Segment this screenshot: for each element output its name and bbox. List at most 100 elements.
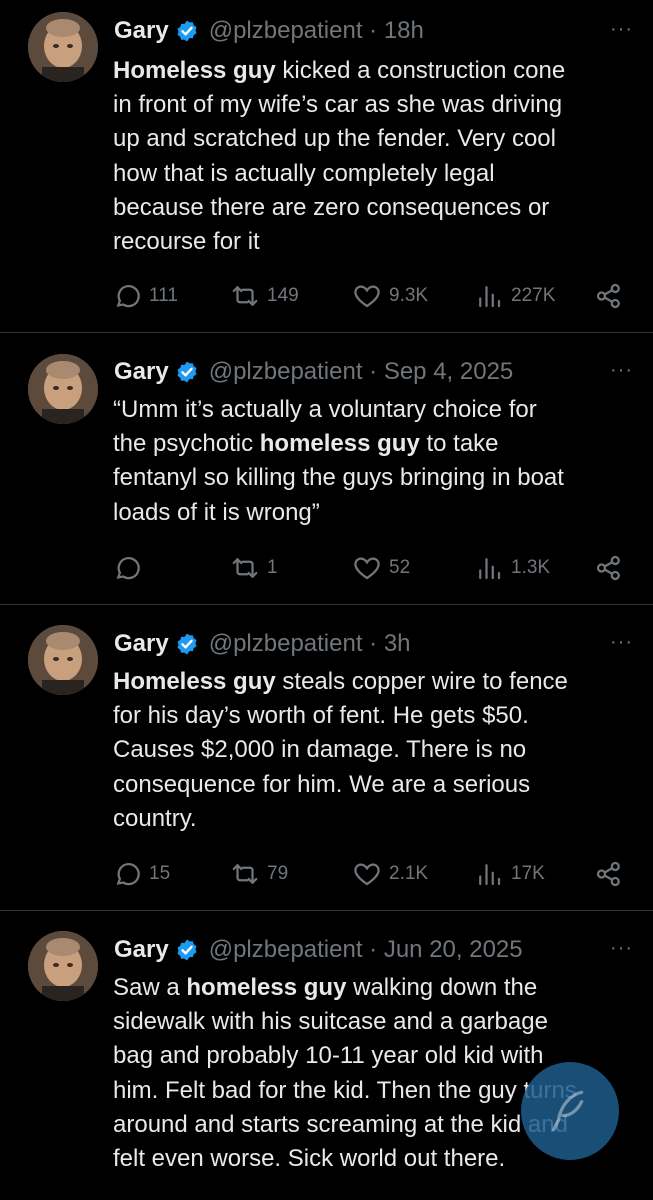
handle-time[interactable]: @plzbepatient · 18h <box>209 14 424 48</box>
tweet-divider <box>0 910 653 911</box>
retweet-button[interactable]: 1 <box>230 548 278 588</box>
line-text: consequence for him. We are a serious <box>113 770 531 798</box>
line-text: how that is actually completely legal <box>113 159 495 187</box>
retweet-count: 79 <box>267 863 289 884</box>
views-icon <box>479 558 501 580</box>
line-text: around and starts screaming at the kid a… <box>113 1110 568 1138</box>
retweet-button[interactable]: 149 <box>230 276 299 316</box>
verified-badge-icon <box>177 20 197 42</box>
more-options-icon[interactable]: ··· <box>610 627 633 657</box>
verified-badge-icon <box>177 939 197 961</box>
reply-icon <box>116 556 140 580</box>
share-button[interactable] <box>594 548 624 588</box>
handle-time[interactable]: @plzbepatient · 3h <box>209 627 411 661</box>
tweet-line: country. <box>113 802 633 836</box>
retweet-button[interactable]: 79 <box>230 854 288 894</box>
line-text: country. <box>113 804 197 832</box>
line-text: kicked a construction cone <box>275 57 566 84</box>
views-button[interactable]: 17K <box>474 854 545 894</box>
share-icon <box>596 283 620 309</box>
more-options-icon[interactable]: ··· <box>610 14 633 44</box>
avatar[interactable] <box>28 625 98 695</box>
like-button[interactable]: 52 <box>352 548 410 588</box>
line-text: up and scratched up the fender. Very coo… <box>113 125 556 153</box>
share-button[interactable] <box>594 854 624 894</box>
avatar[interactable] <box>28 354 98 424</box>
tweet-text: “Umm it’s actually a voluntary choice fo… <box>113 393 633 530</box>
heart-icon <box>354 863 380 886</box>
line-text: in front of my wife’s car as she was dri… <box>113 91 563 119</box>
like-count: 52 <box>389 557 411 578</box>
line-text: bag and probably 10-11 year old kid with <box>113 1042 544 1070</box>
line-text: recourse for it <box>113 228 260 256</box>
line-text: to take <box>419 430 499 458</box>
more-options-icon[interactable]: ··· <box>610 355 633 385</box>
tweet-line: sidewalk with his suitcase and a garbage <box>113 1005 633 1039</box>
author-name[interactable]: Gary <box>114 14 169 48</box>
author-name[interactable]: Gary <box>114 627 169 661</box>
tweet-text: Homeless guy kicked a construction cone i… <box>113 54 633 259</box>
retweet-count: 149 <box>267 285 299 306</box>
heart-icon <box>354 557 380 580</box>
line-text: Causes $2,000 in damage. There is no <box>113 736 527 764</box>
tweet-line: Causes $2,000 in damage. There is no <box>113 733 633 767</box>
views-count: 1.3K <box>511 557 551 578</box>
line-text: loads of it is wrong” <box>113 498 320 526</box>
views-icon <box>479 864 501 886</box>
tweet-line: Saw a homeless guy walking down the <box>113 971 633 1005</box>
author-name[interactable]: Gary <box>114 933 169 967</box>
action-bar: 111 149 9.3K 227K <box>112 276 632 316</box>
action-bar: 15 79 2.1K 17K <box>112 854 632 894</box>
line-text: fentanyl so killing the guys bringing in… <box>113 464 564 492</box>
views-button[interactable]: 227K <box>474 276 555 316</box>
highlight-text: homeless guy <box>259 430 420 458</box>
line-text: felt even worse. Sick world out there. <box>113 1145 506 1173</box>
tweet-header: Gary @plzbepatient · Jun 20, 2025 ··· <box>114 933 633 967</box>
tweet-header: Gary @plzbepatient · 3h ··· <box>114 627 633 661</box>
avatar[interactable] <box>28 931 98 1001</box>
retweet-count: 1 <box>267 557 278 578</box>
avatar[interactable] <box>28 12 98 82</box>
highlight-text: Homeless guy <box>113 57 276 84</box>
like-count: 9.3K <box>389 285 429 306</box>
author-name[interactable]: Gary <box>114 355 169 389</box>
action-bar: 1 52 1.3K <box>112 548 632 588</box>
share-icon <box>596 555 620 581</box>
line-text: Saw a <box>113 974 187 1001</box>
retweet-icon <box>232 864 258 884</box>
share-icon <box>596 861 620 887</box>
reply-button[interactable] <box>112 548 142 588</box>
views-count: 17K <box>511 863 545 884</box>
reply-button[interactable]: 15 <box>112 854 170 894</box>
line-text: walking down the <box>346 974 538 1001</box>
tweet-header: Gary @plzbepatient · Sep 4, 2025 ··· <box>114 355 633 389</box>
retweet-icon <box>232 286 258 306</box>
views-icon <box>479 286 501 308</box>
tweet-line: Homeless guy kicked a construction cone <box>113 54 633 88</box>
reply-icon <box>116 862 140 886</box>
tweet-divider <box>0 332 653 333</box>
handle-time[interactable]: @plzbepatient · Jun 20, 2025 <box>209 933 523 967</box>
reply-button[interactable]: 111 <box>112 276 178 316</box>
tweet-text: Homeless guy steals copper wire to fence… <box>113 665 633 836</box>
line-text: for his day’s worth of fent. He gets $50… <box>113 702 529 730</box>
share-button[interactable] <box>594 276 624 316</box>
like-button[interactable]: 2.1K <box>352 854 428 894</box>
tweet-line: because there are zero consequences or <box>113 191 633 225</box>
more-options-icon[interactable]: ··· <box>610 933 633 963</box>
reply-count: 111 <box>149 285 178 306</box>
handle-time[interactable]: @plzbepatient · Sep 4, 2025 <box>209 355 514 389</box>
views-button[interactable]: 1.3K <box>474 548 550 588</box>
retweet-icon <box>232 558 258 578</box>
tweet-line: loads of it is wrong” <box>113 496 633 530</box>
line-text: the psychotic <box>113 430 260 458</box>
highlight-text: homeless guy <box>186 974 347 1001</box>
tweet-line: for his day’s worth of fent. He gets $50… <box>113 699 633 733</box>
quill-watermark-icon <box>521 1062 619 1160</box>
tweet-line: “Umm it’s actually a voluntary choice fo… <box>113 393 633 427</box>
reply-count: 15 <box>149 863 171 884</box>
like-count: 2.1K <box>389 863 429 884</box>
tweet-line: up and scratched up the fender. Very coo… <box>113 122 633 156</box>
like-button[interactable]: 9.3K <box>352 276 428 316</box>
line-text: because there are zero consequences or <box>113 193 550 221</box>
